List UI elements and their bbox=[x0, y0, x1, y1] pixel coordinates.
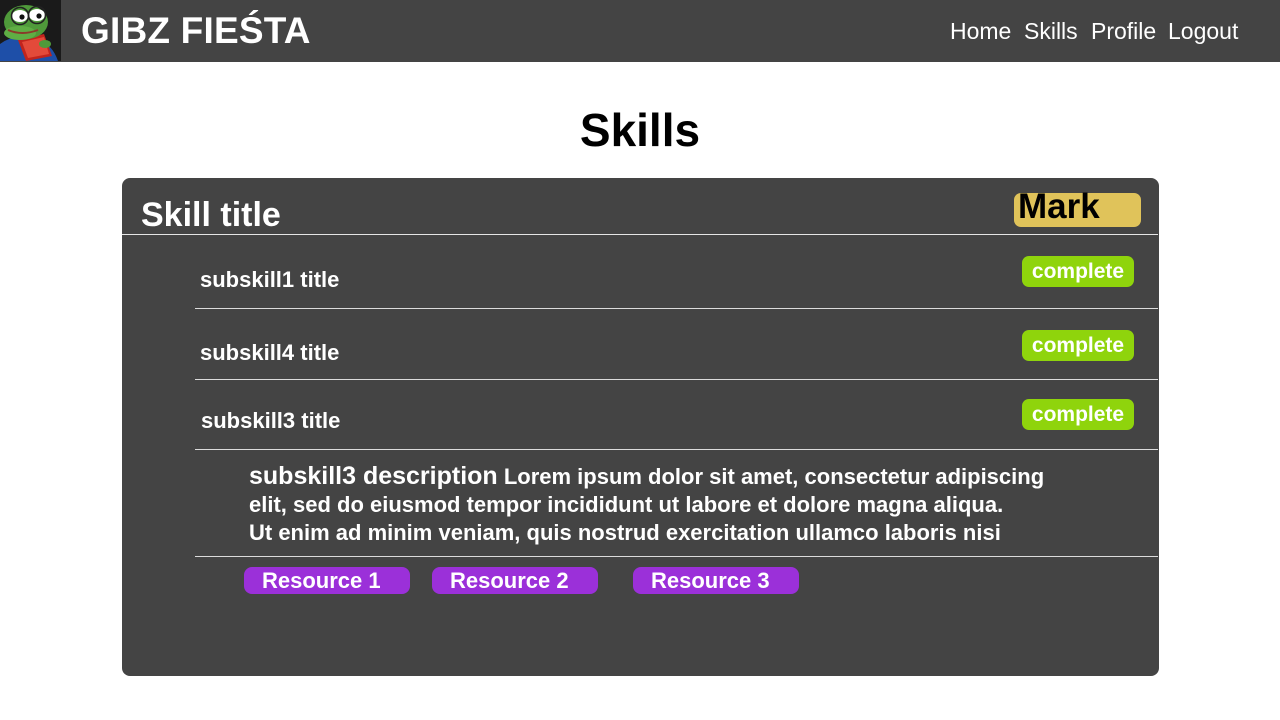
subskill-divider bbox=[195, 308, 1158, 309]
subskill-divider bbox=[195, 449, 1158, 450]
subskill-description-text-3: Ut enim ad minim veniam, quis nostrud ex… bbox=[249, 520, 1001, 545]
nav-skills-link[interactable]: Skills bbox=[1024, 17, 1078, 45]
subskill-description-text-2: elit, sed do eiusmod tempor incididunt u… bbox=[249, 492, 1004, 517]
mark-button[interactable]: Mark bbox=[1014, 187, 1141, 227]
resource-1-button[interactable]: Resource 1 bbox=[244, 567, 410, 594]
complete-button[interactable]: complete bbox=[1022, 330, 1134, 361]
resource-2-button[interactable]: Resource 2 bbox=[432, 567, 598, 594]
nav-home-link[interactable]: Home bbox=[950, 17, 1011, 45]
top-navbar: GIBZ FIEŚTA Home Skills Profile Logout bbox=[0, 0, 1280, 62]
subskill-description-label: subskill3 description bbox=[249, 462, 498, 490]
subskill-description-text-1: Lorem ipsum dolor sit amet, consectetur … bbox=[503, 464, 1045, 489]
skill-title[interactable]: Skill title bbox=[141, 195, 281, 235]
subskill-title[interactable]: subskill1 title bbox=[200, 267, 339, 293]
subskill-description: subskill3 description Lorem ipsum dolor … bbox=[249, 462, 1129, 547]
subskill-divider bbox=[195, 379, 1158, 380]
complete-button[interactable]: complete bbox=[1022, 399, 1134, 430]
description-divider bbox=[195, 556, 1158, 557]
complete-button[interactable]: complete bbox=[1022, 256, 1134, 287]
subskill-title[interactable]: subskill3 title bbox=[201, 408, 340, 434]
mark-button-label: Mark bbox=[1018, 187, 1100, 226]
nav-logout-link[interactable]: Logout bbox=[1168, 17, 1238, 45]
page-title: Skills bbox=[579, 104, 701, 156]
subskill-title[interactable]: subskill4 title bbox=[200, 340, 339, 366]
nav-profile-link[interactable]: Profile bbox=[1091, 17, 1156, 45]
resource-3-button[interactable]: Resource 3 bbox=[633, 567, 799, 594]
main-nav: Home Skills Profile Logout bbox=[0, 17, 1280, 45]
